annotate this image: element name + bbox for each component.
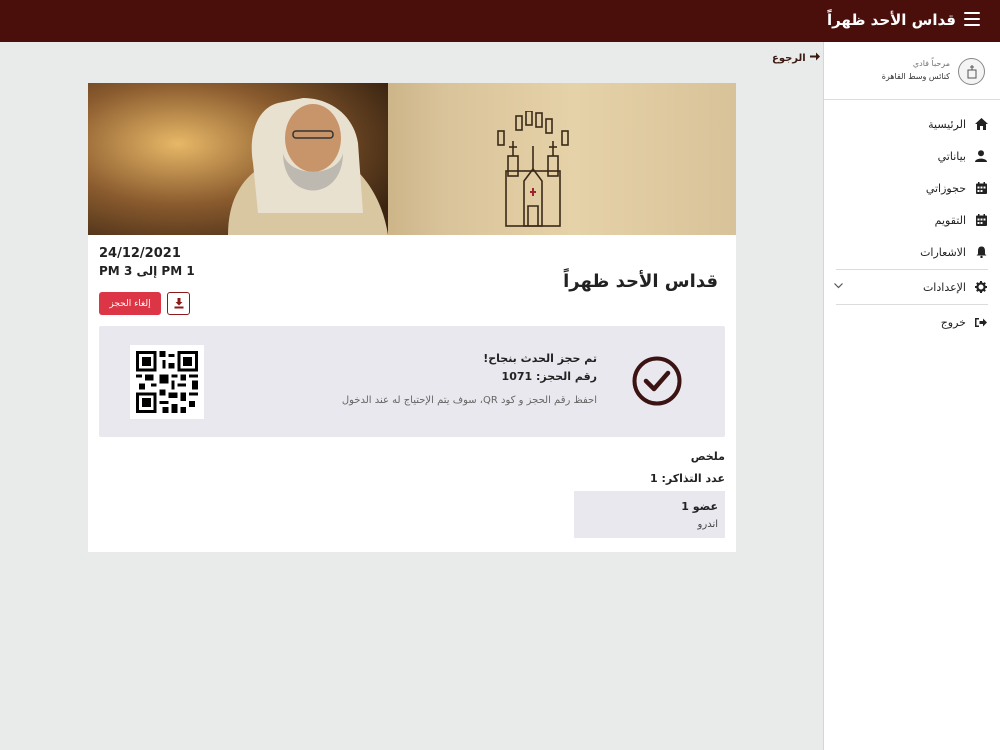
sidebar-item-home[interactable]: الرئيسية [824,108,1000,140]
sidebar-item-label: الإعدادات [922,280,966,294]
event-title: قداس الأحد ظهراً [563,271,718,292]
sidebar-item-label: حجوزاتي [925,181,966,195]
sidebar-item-settings[interactable]: الإعدادات [824,271,1000,303]
sidebar-item-label: الاشعارات [920,245,966,259]
chevron-down-icon[interactable] [834,281,843,292]
sidebar-item-label: خروج [940,315,966,329]
user-icon [974,149,988,163]
app-title: قداس الأحد ظهراً [826,11,956,29]
sidebar-item-profile[interactable]: بياناتي [824,140,1000,172]
sidebar-item-logout[interactable]: خروج [824,306,1000,338]
member-name: اندرو [697,519,718,530]
success-message: تم حجز الحدث بنجاح! [483,352,597,365]
bell-icon [974,245,988,259]
church-name: كنائس وسط القاهرة [881,72,950,81]
check-circle-icon [632,356,682,410]
profile-header: مرحباً فادي كنائس وسط القاهرة [824,42,1000,100]
event-time: 1 PM إلى 3 PM [99,264,195,278]
download-icon [174,294,184,313]
booking-number: رقم الحجز: 1071 [501,370,597,383]
calendar-icon [974,213,988,227]
sidebar: مرحباً فادي كنائس وسط القاهرة الرئيسية ب… [823,42,1000,750]
member-title: عضو 1 [681,500,718,513]
event-date: 24/12/2021 [99,246,181,261]
event-banner-image [88,83,736,235]
qr-code-image [130,345,204,419]
home-icon [974,117,988,131]
sidebar-item-label: التقويم [934,213,966,227]
booking-success-panel: تم حجز الحدث بنجاح! رقم الحجز: 1071 احفظ… [99,326,725,437]
sidebar-item-label: الرئيسية [928,117,966,131]
gear-icon [974,280,988,294]
sidebar-divider [836,269,988,270]
greeting-text: مرحباً فادي [912,59,950,68]
summary-heading: ملخص [690,450,725,463]
member-card: عضو 1 اندرو [574,491,725,538]
church-logo-avatar [958,58,985,85]
top-app-bar: قداس الأحد ظهراً [0,0,1000,42]
logout-icon [974,315,988,329]
priest-portrait-image [88,83,388,235]
download-button[interactable] [167,292,190,315]
tickets-count: عدد التذاكر: 1 [650,472,725,485]
event-card: قداس الأحد ظهراً 24/12/2021 1 PM إلى 3 P… [88,83,736,552]
sidebar-divider [836,304,988,305]
cancel-booking-button[interactable]: إلغاء الحجز [99,292,161,315]
sidebar-item-label: بياناتي [937,149,966,163]
sidebar-item-calendar[interactable]: التقويم [824,204,1000,236]
hamburger-icon[interactable] [964,12,980,26]
church-logo-icon [497,111,569,227]
sidebar-item-bookings[interactable]: حجوزاتي [824,172,1000,204]
back-label: الرجوع [772,52,806,64]
arrow-right-icon [809,52,820,64]
save-instructions: احفظ رقم الحجز و كود QR، سوف يتم الإحتيا… [341,395,597,406]
sidebar-item-notifications[interactable]: الاشعارات [824,236,1000,268]
calendar-icon [974,181,988,195]
back-link[interactable]: الرجوع [772,52,820,64]
